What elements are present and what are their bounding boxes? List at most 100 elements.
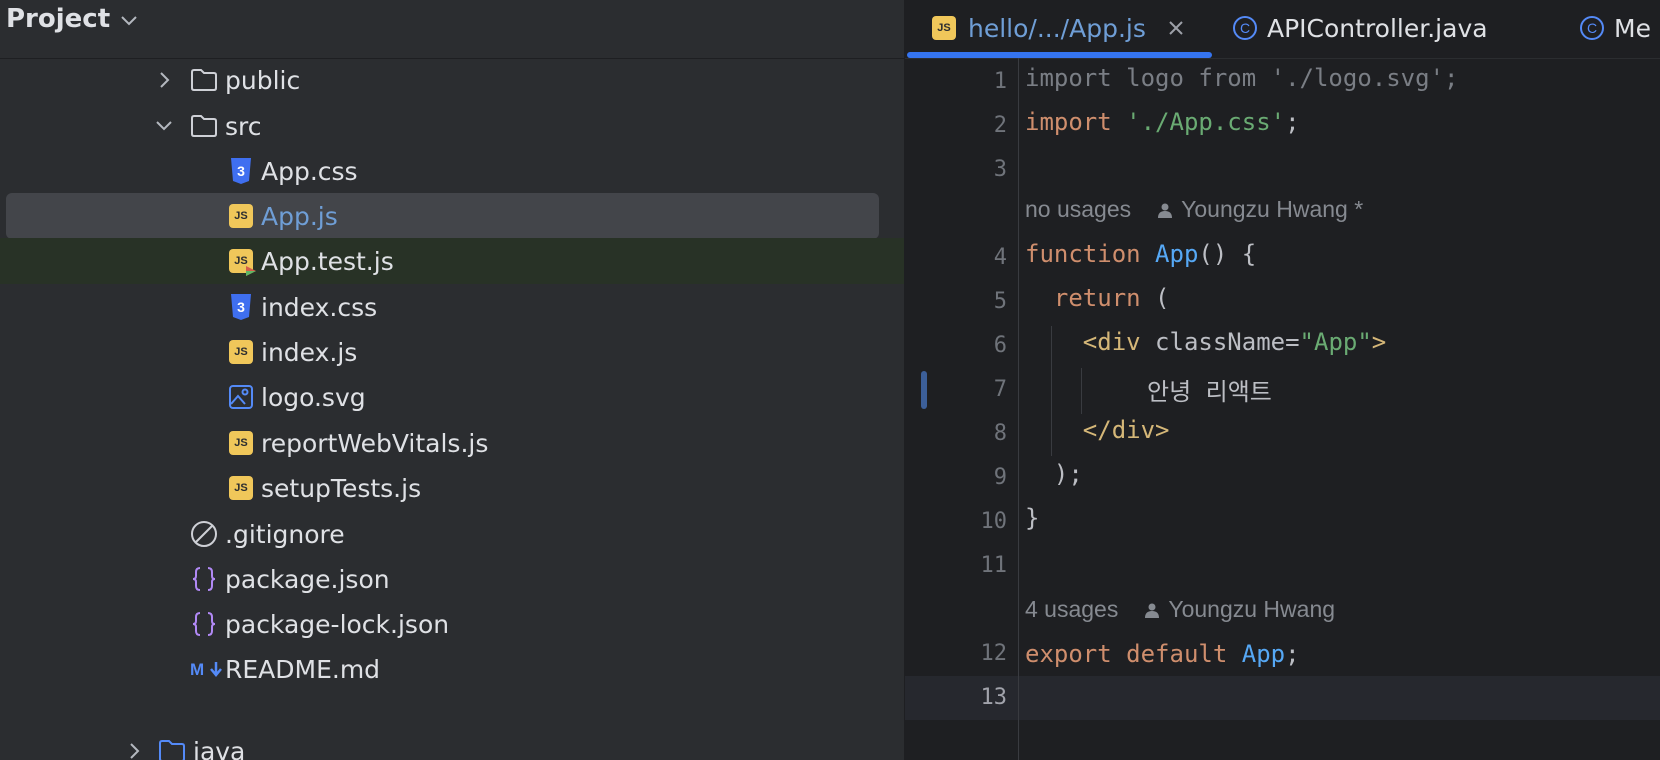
code-line-5[interactable]: return ( bbox=[1025, 284, 1170, 312]
line-number: 10 bbox=[980, 509, 1008, 534]
code-line-2[interactable]: import './App.css'; bbox=[1025, 108, 1300, 136]
markdown-file-icon: M bbox=[190, 655, 224, 683]
code-line-12[interactable]: export default App; bbox=[1025, 640, 1300, 668]
tree-item-index-css[interactable]: 3 index.css bbox=[6, 284, 879, 330]
string-literal: './App.css' bbox=[1126, 108, 1286, 136]
chevron-right-icon[interactable] bbox=[154, 70, 174, 90]
chevron-down-icon[interactable] bbox=[154, 116, 174, 136]
author-hint[interactable]: Youngzu Hwang bbox=[1168, 596, 1335, 623]
tree-item-package-json[interactable]: package.json bbox=[6, 556, 879, 602]
tab-app-js[interactable]: JS hello/.../App.js bbox=[932, 0, 1184, 56]
tree-item-label: App.test.js bbox=[261, 246, 394, 276]
line-number: 6 bbox=[993, 333, 1007, 358]
tree-item-label: package.json bbox=[225, 564, 390, 594]
punctuation: () { bbox=[1198, 240, 1257, 268]
svg-text:3: 3 bbox=[237, 163, 245, 179]
css-file-icon: 3 bbox=[227, 293, 255, 321]
tree-item-setuptests-js[interactable]: JS setupTests.js bbox=[6, 465, 879, 511]
indent-guide bbox=[1081, 368, 1082, 414]
json-file-icon bbox=[190, 610, 218, 638]
chevron-right-icon[interactable] bbox=[124, 741, 144, 760]
tree-item-readme-md[interactable]: M README.md bbox=[6, 646, 879, 692]
tree-item-gitignore[interactable]: .gitignore bbox=[6, 511, 879, 557]
keyword: import bbox=[1025, 108, 1112, 136]
editor-tab-bar: JS hello/.../App.js C APIController.java… bbox=[905, 0, 1660, 59]
code-vision-hint[interactable]: 4 usages Youngzu Hwang bbox=[1025, 596, 1335, 623]
tab-me[interactable]: C Me bbox=[1580, 0, 1651, 56]
svg-text:M: M bbox=[190, 660, 204, 679]
folder-icon bbox=[190, 66, 218, 94]
class-icon: C bbox=[1580, 16, 1604, 40]
js-file-icon: JS bbox=[227, 429, 255, 457]
tree-item-label: App.js bbox=[261, 201, 338, 231]
tree-item-label: public bbox=[225, 65, 301, 95]
tab-apicontroller-java[interactable]: C APIController.java bbox=[1233, 0, 1488, 56]
tree-item-label: index.js bbox=[261, 337, 358, 367]
line-number: 3 bbox=[993, 157, 1007, 182]
line-number: 12 bbox=[980, 641, 1008, 666]
keyword: default bbox=[1126, 640, 1228, 668]
tree-item-label: setupTests.js bbox=[261, 473, 422, 503]
jsx-tag: > bbox=[1371, 328, 1387, 356]
keyword: function bbox=[1025, 240, 1141, 268]
code-line-6[interactable]: <div className="App"> bbox=[1025, 328, 1386, 356]
close-icon[interactable] bbox=[1168, 20, 1184, 36]
code-line-8[interactable]: </div> bbox=[1025, 416, 1170, 444]
code-line-9[interactable]: ); bbox=[1025, 460, 1083, 488]
tree-item-app-test-js[interactable]: JS App.test.js bbox=[0, 238, 904, 284]
class-icon: C bbox=[1233, 16, 1257, 40]
line-number: 1 bbox=[993, 69, 1007, 94]
usages-hint[interactable]: 4 usages bbox=[1025, 596, 1118, 623]
tab-label: Me bbox=[1614, 13, 1651, 43]
js-test-file-icon: JS bbox=[227, 247, 256, 276]
js-file-icon: JS bbox=[932, 16, 956, 40]
author-hint[interactable]: Youngzu Hwang * bbox=[1181, 196, 1363, 223]
tree-item-app-js[interactable]: JS App.js bbox=[6, 193, 879, 239]
code-line-7[interactable]: 안녕 리액트 bbox=[1147, 372, 1272, 407]
tree-item-label: App.css bbox=[261, 156, 358, 186]
project-panel-header: Project bbox=[0, 0, 904, 59]
punctuation: ; bbox=[1285, 640, 1300, 668]
tree-item-public[interactable]: public bbox=[6, 57, 879, 103]
image-file-icon bbox=[227, 383, 255, 411]
svg-text:3: 3 bbox=[237, 299, 245, 315]
punctuation: ( bbox=[1140, 284, 1170, 312]
function-name: App bbox=[1155, 240, 1199, 268]
line-number: 9 bbox=[993, 465, 1007, 490]
tab-label: APIController.java bbox=[1267, 13, 1488, 43]
tree-item-label: .gitignore bbox=[225, 519, 345, 549]
tree-item-reportwebvitals-js[interactable]: JS reportWebVitals.js bbox=[6, 420, 879, 466]
tree-item-label: README.md bbox=[225, 654, 381, 684]
punctuation: ); bbox=[1053, 460, 1083, 488]
gutter-separator bbox=[1018, 58, 1019, 760]
tree-item-package-lock-json[interactable]: package-lock.json bbox=[6, 601, 879, 647]
folder-icon bbox=[158, 737, 186, 760]
code-line-10[interactable]: } bbox=[1025, 504, 1039, 532]
tab-label: hello/.../App.js bbox=[968, 13, 1146, 43]
line-number: 13 bbox=[980, 685, 1008, 710]
usages-hint[interactable]: no usages bbox=[1025, 196, 1131, 223]
code-line-4[interactable]: function App() { bbox=[1025, 240, 1256, 268]
tree-item-app-css[interactable]: 3 App.css bbox=[6, 148, 879, 194]
code-vision-hint[interactable]: no usages Youngzu Hwang * bbox=[1025, 196, 1363, 223]
string-literal: "App" bbox=[1299, 328, 1372, 356]
jsx-tag: <div bbox=[1082, 328, 1141, 356]
panel-title: Project bbox=[6, 4, 111, 34]
tree-item-java[interactable]: java bbox=[6, 728, 879, 760]
tree-item-label: index.css bbox=[261, 292, 378, 322]
tree-item-index-js[interactable]: JS index.js bbox=[6, 329, 879, 375]
tree-item-logo-svg[interactable]: logo.svg bbox=[6, 374, 879, 420]
line-number: 5 bbox=[993, 289, 1007, 314]
tree-item-label: java bbox=[193, 736, 246, 760]
folder-icon bbox=[190, 112, 218, 140]
editor-area: JS hello/.../App.js C APIController.java… bbox=[905, 0, 1660, 760]
js-file-icon: JS bbox=[227, 202, 255, 230]
project-view-selector[interactable]: Project bbox=[6, 2, 138, 36]
tree-item-src[interactable]: src bbox=[6, 103, 879, 149]
code-line-1[interactable]: import logo from './logo.svg'; bbox=[1025, 64, 1458, 92]
json-file-icon bbox=[190, 565, 218, 593]
ignore-file-icon bbox=[190, 520, 218, 548]
person-icon bbox=[1144, 602, 1160, 618]
line-number: 11 bbox=[980, 553, 1008, 578]
jsx-attribute: className bbox=[1140, 328, 1286, 356]
